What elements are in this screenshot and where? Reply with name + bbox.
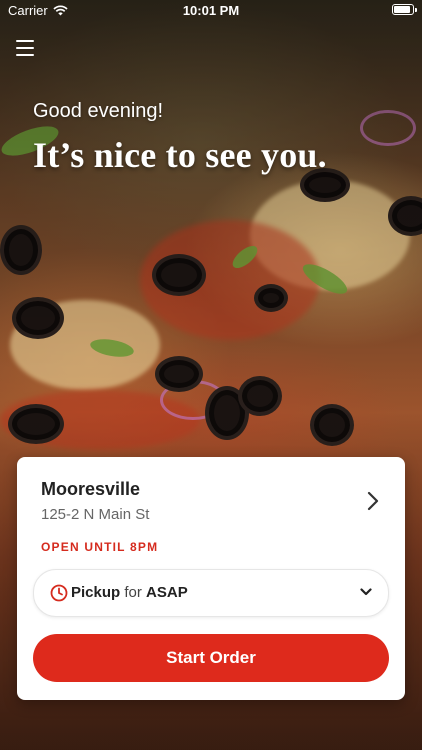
greeting-text: Good evening! [33, 100, 164, 122]
status-bar: Carrier 10:01 PM [0, 0, 422, 22]
store-address: 125-2 N Main St [41, 506, 150, 523]
store-name: Mooresville [41, 479, 141, 499]
store-selector[interactable]: Mooresville 125-2 N Main St [41, 479, 385, 529]
status-time: 10:01 PM [182, 3, 240, 18]
order-time: ASAP [146, 584, 188, 601]
order-connector: for [124, 584, 142, 601]
battery-icon [392, 4, 417, 15]
battery-level [394, 6, 410, 13]
hamburger-menu-icon[interactable] [16, 40, 34, 56]
headline-text: It’s nice to see you. [33, 135, 327, 175]
order-card: Mooresville 125-2 N Main St OPEN UNTIL 8… [17, 457, 405, 700]
chevron-down-icon [360, 588, 372, 596]
order-method: Pickup [71, 584, 121, 601]
order-summary: Pickup for ASAP [71, 584, 188, 601]
start-order-button[interactable]: Start Order [33, 634, 389, 682]
chevron-right-icon [367, 491, 379, 511]
store-hours: OPEN UNTIL 8PM [41, 540, 159, 554]
clock-icon [50, 584, 68, 602]
order-type-selector[interactable]: Pickup for ASAP [33, 569, 389, 617]
